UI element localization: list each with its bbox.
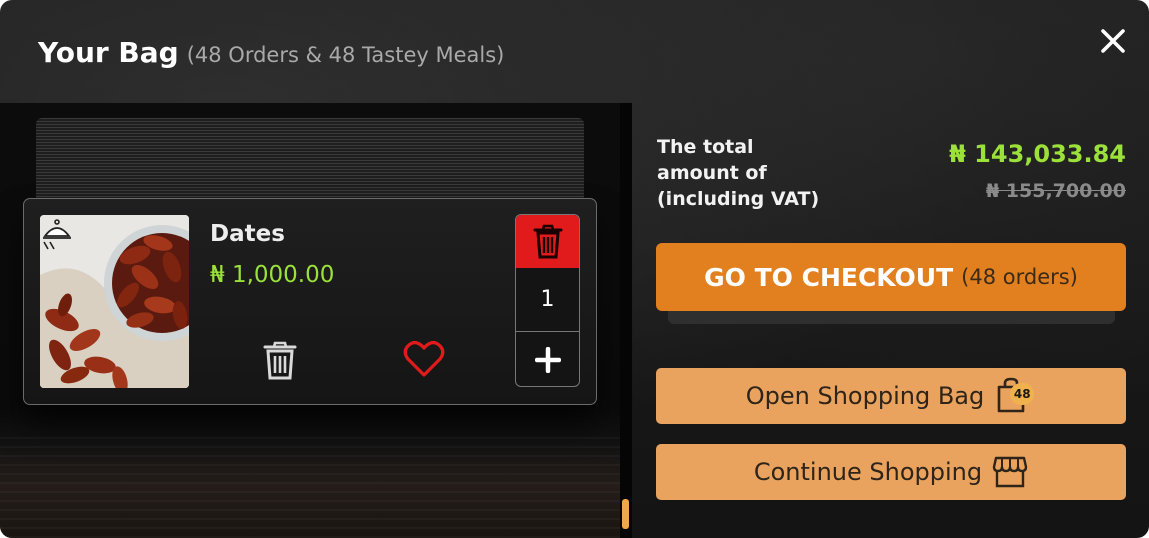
modal-subtitle: (48 Orders & 48 Tastey Meals) [186,43,505,67]
serving-dish-icon [43,219,71,250]
scrollbar-track[interactable] [620,103,632,538]
shopping-bag-icon: 48 [996,377,1036,415]
item-name: Dates [210,221,285,247]
checkout-count: (48 orders) [961,265,1078,289]
item-image [40,215,189,388]
cart-item-card: Dates ₦ 1,000.00 1 [23,198,597,405]
total-label: The total amount of (including VAT) [657,136,820,210]
delete-icon [533,224,562,258]
shopping-bag-modal: Your Bag (48 Orders & 48 Tastey Meals) D… [0,0,1149,538]
open-bag-label: Open Shopping Bag [745,382,985,410]
close-icon [1101,29,1125,53]
plus-icon [534,347,561,373]
bag-count-badge: 48 [1010,383,1035,405]
continue-shopping-button[interactable]: Continue Shopping [656,444,1126,500]
favorite-button[interactable] [403,339,445,379]
continue-shopping-label: Continue Shopping [753,458,983,486]
scrollbar-thumb[interactable] [622,499,629,529]
cart-items-panel: Dates ₦ 1,000.00 1 [0,103,632,538]
trash-icon [263,341,297,380]
modal-header: Your Bag (48 Orders & 48 Tastey Meals) [38,36,504,76]
original-price: ₦ 155,700.00 [985,180,1126,202]
background-floor [0,433,620,538]
increment-button[interactable] [516,333,579,386]
remove-item-button[interactable] [262,341,298,381]
quantity-stepper: 1 [515,214,580,387]
store-icon [992,456,1028,488]
modal-title: Your Bag [38,36,179,69]
open-shopping-bag-button[interactable]: Open Shopping Bag 48 [656,368,1126,424]
decrement-delete-button[interactable] [516,215,579,268]
item-price: ₦ 1,000.00 [210,262,335,288]
quantity-value: 1 [516,268,579,332]
total-price: ₦ 143,033.84 [949,140,1126,168]
heart-icon [403,341,445,377]
checkout-label: GO TO CHECKOUT [704,262,954,292]
close-button[interactable] [1098,26,1128,56]
checkout-button[interactable]: GO TO CHECKOUT (48 orders) [656,243,1126,311]
